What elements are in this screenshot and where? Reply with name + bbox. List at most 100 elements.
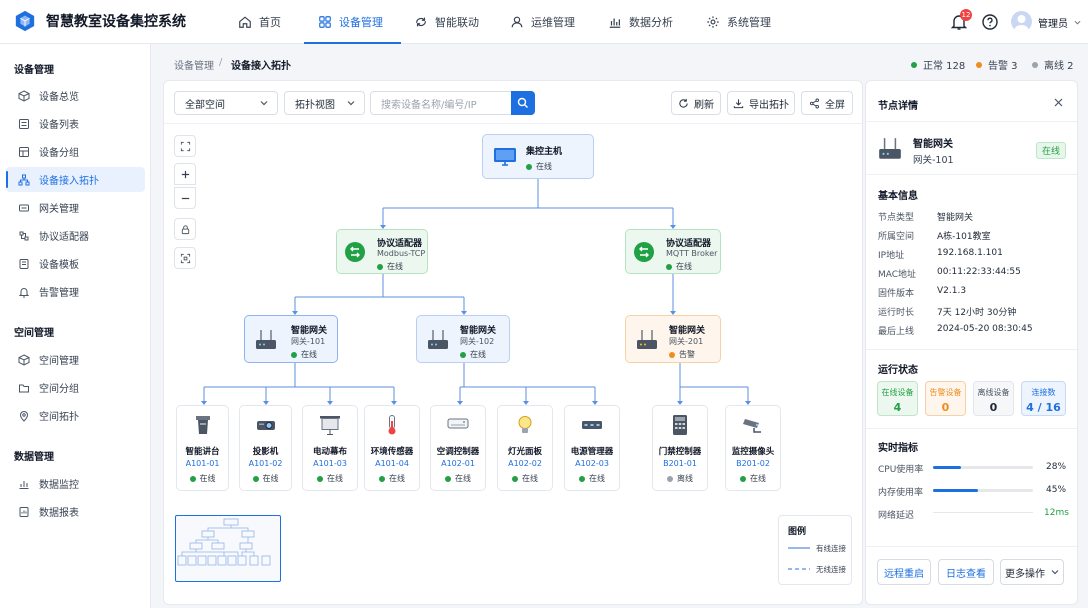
- device-status-text: 在线: [262, 474, 279, 483]
- sidebar-item-label: 设备总览: [39, 92, 79, 103]
- nav-linkage[interactable]: 智能联动: [414, 0, 479, 44]
- nav-home[interactable]: 首页: [238, 0, 281, 44]
- device-status: 在线: [240, 473, 291, 484]
- device-id: A102-02: [508, 459, 542, 468]
- sidebar-item-label: 空间分组: [39, 384, 79, 395]
- podium-icon: [195, 416, 210, 434]
- sidebar-item-device-group[interactable]: 设备分组: [6, 139, 145, 164]
- card-label: 连接数: [1031, 388, 1056, 397]
- sidebar-item-device-list[interactable]: 设备列表: [6, 111, 145, 136]
- node-status: 在线: [291, 349, 317, 360]
- node-title: 协议适配器: [377, 239, 423, 249]
- chart-icon: [609, 18, 621, 28]
- gateway-node-201[interactable]: 智能网关 网关-201 告警: [625, 315, 721, 363]
- sidebar-section-space: 空间管理: [14, 328, 54, 339]
- breadcrumb-separator: /: [219, 57, 223, 68]
- device-id: A101-02: [248, 459, 283, 468]
- node-title: 智能网关: [669, 326, 706, 336]
- info-row: 节点类型 智能网关: [878, 210, 973, 223]
- device-id: A102-03: [575, 459, 609, 468]
- device-node-access-controller[interactable]: 门禁控制器 B201-01 离线: [652, 405, 708, 491]
- more-actions-button[interactable]: 更多操作: [1000, 559, 1064, 585]
- info-row: 固件版本 V2.1.3: [878, 286, 966, 299]
- divider: [866, 121, 1077, 122]
- sidebar-item-label: 告警管理: [39, 288, 79, 299]
- nav-device-management[interactable]: 设备管理: [304, 0, 401, 44]
- device-node-projector[interactable]: 投影机 A101-02 在线: [239, 405, 292, 491]
- legend-wireless-label: 无线连接: [816, 565, 846, 574]
- node-status-text: 在线: [301, 350, 317, 359]
- nav-system[interactable]: 系统管理: [706, 0, 771, 44]
- group-icon: [19, 146, 29, 157]
- nav-data-analysis[interactable]: 数据分析: [608, 0, 673, 44]
- info-value: 00:11:22:33:44:55: [937, 267, 1021, 277]
- sidebar-item-label: 网关管理: [39, 204, 79, 215]
- status-alarm: 告警 3: [976, 57, 1018, 72]
- user-name[interactable]: 管理员: [1038, 15, 1068, 30]
- node-title: 协议适配器: [666, 239, 712, 249]
- minimap-preview: [177, 518, 271, 566]
- adapter-node-modbus[interactable]: 协议适配器 Modbus-TCP 在线: [336, 229, 428, 274]
- report-icon: [19, 506, 29, 517]
- offline-dot: [1032, 61, 1038, 68]
- brand[interactable]: 智慧教室设备集控系统: [14, 10, 186, 32]
- sidebar-item-device-template[interactable]: 设备模板: [6, 251, 145, 276]
- sidebar-item-device-topology[interactable]: 设备接入拓扑: [6, 167, 145, 192]
- remote-restart-button[interactable]: 远程重启: [877, 559, 931, 585]
- close-icon[interactable]: [1054, 98, 1063, 107]
- device-node-smart-podium[interactable]: 智能讲台 A101-01 在线: [176, 405, 229, 491]
- cube-icon: [18, 353, 30, 366]
- device-node-screen[interactable]: 电动幕布 A101-03 在线: [302, 405, 358, 491]
- home-icon: [239, 16, 251, 28]
- avatar-user-icon: [1014, 15, 1029, 32]
- status-badge: 在线: [1036, 142, 1067, 159]
- sidebar-item-data-monitor[interactable]: 数据监控: [6, 471, 145, 496]
- chevron-down-icon: [1051, 570, 1059, 575]
- sidebar-item-label: 设备模板: [39, 260, 79, 271]
- view-logs-button[interactable]: 日志查看: [938, 559, 994, 585]
- sidebar-item-space-topology[interactable]: 空间拓扑: [6, 403, 145, 428]
- chevron-down-icon[interactable]: [1074, 19, 1081, 26]
- node-status: 在线: [377, 261, 403, 272]
- power-strip-icon: [582, 421, 602, 429]
- device-node-camera[interactable]: 监控摄像头 B201-02 在线: [725, 405, 781, 491]
- sidebar-item-data-report[interactable]: 数据报表: [6, 499, 145, 524]
- monitor-chart-icon: [19, 480, 29, 489]
- device-node-power-manager[interactable]: 电源管理器 A102-03 在线: [564, 405, 620, 491]
- monitor-icon: [494, 148, 516, 166]
- divider: [866, 428, 1077, 429]
- device-id: B201-01: [663, 459, 697, 468]
- minimap[interactable]: [175, 515, 281, 582]
- sidebar-item-protocol-adapter[interactable]: 协议适配器: [6, 223, 145, 248]
- wired-line-swatch: [788, 547, 810, 549]
- sidebar-item-space-management[interactable]: 空间管理: [6, 347, 145, 372]
- info-value: 智能网关: [937, 213, 974, 223]
- device-status-text: 在线: [199, 474, 216, 483]
- adapter-node-mqtt[interactable]: 协议适配器 MQTT Broker 在线: [625, 229, 721, 274]
- gateway-node-102[interactable]: 智能网关 网关-102 在线: [416, 315, 510, 363]
- sidebar-item-device-overview[interactable]: 设备总览: [6, 83, 145, 108]
- avatar[interactable]: [1011, 11, 1032, 32]
- card-value: 0: [989, 401, 998, 414]
- sidebar-item-alarm[interactable]: 告警管理: [6, 279, 145, 304]
- device-node-env-sensor[interactable]: 环境传感器 A101-04 在线: [364, 405, 420, 491]
- nav-operations[interactable]: 运维管理: [510, 0, 575, 44]
- sidebar-item-gateway[interactable]: 网关管理: [6, 195, 145, 220]
- node-id: 网关-201: [669, 337, 704, 346]
- sidebar-section-device: 设备管理: [14, 65, 54, 76]
- projector-icon: [256, 421, 275, 430]
- gateway-node-101[interactable]: 智能网关 网关-101 在线: [244, 315, 338, 363]
- card-label: 在线设备: [881, 388, 914, 397]
- security-camera-icon: [743, 419, 761, 433]
- topology-canvas[interactable]: 全部空间 拓扑视图 搜索设备名称/编号/IP 刷新 导出拓扑 全屏 集控主机 在…: [163, 80, 863, 605]
- device-node-light-panel[interactable]: 灯光面板 A102-02 在线: [497, 405, 553, 491]
- breadcrumb-parent[interactable]: 设备管理: [174, 57, 214, 72]
- sidebar-item-space-group[interactable]: 空间分组: [6, 375, 145, 400]
- breadcrumb-current: 设备接入拓扑: [231, 61, 291, 72]
- device-node-ac-controller[interactable]: 空调控制器 A102-01 在线: [430, 405, 486, 491]
- host-node[interactable]: 集控主机 在线: [482, 134, 594, 179]
- sidebar-item-label: 设备分组: [39, 148, 79, 159]
- help-icon[interactable]: [981, 13, 999, 31]
- nav-operations-label: 运维管理: [531, 16, 575, 29]
- node-id: 网关-101: [291, 337, 326, 346]
